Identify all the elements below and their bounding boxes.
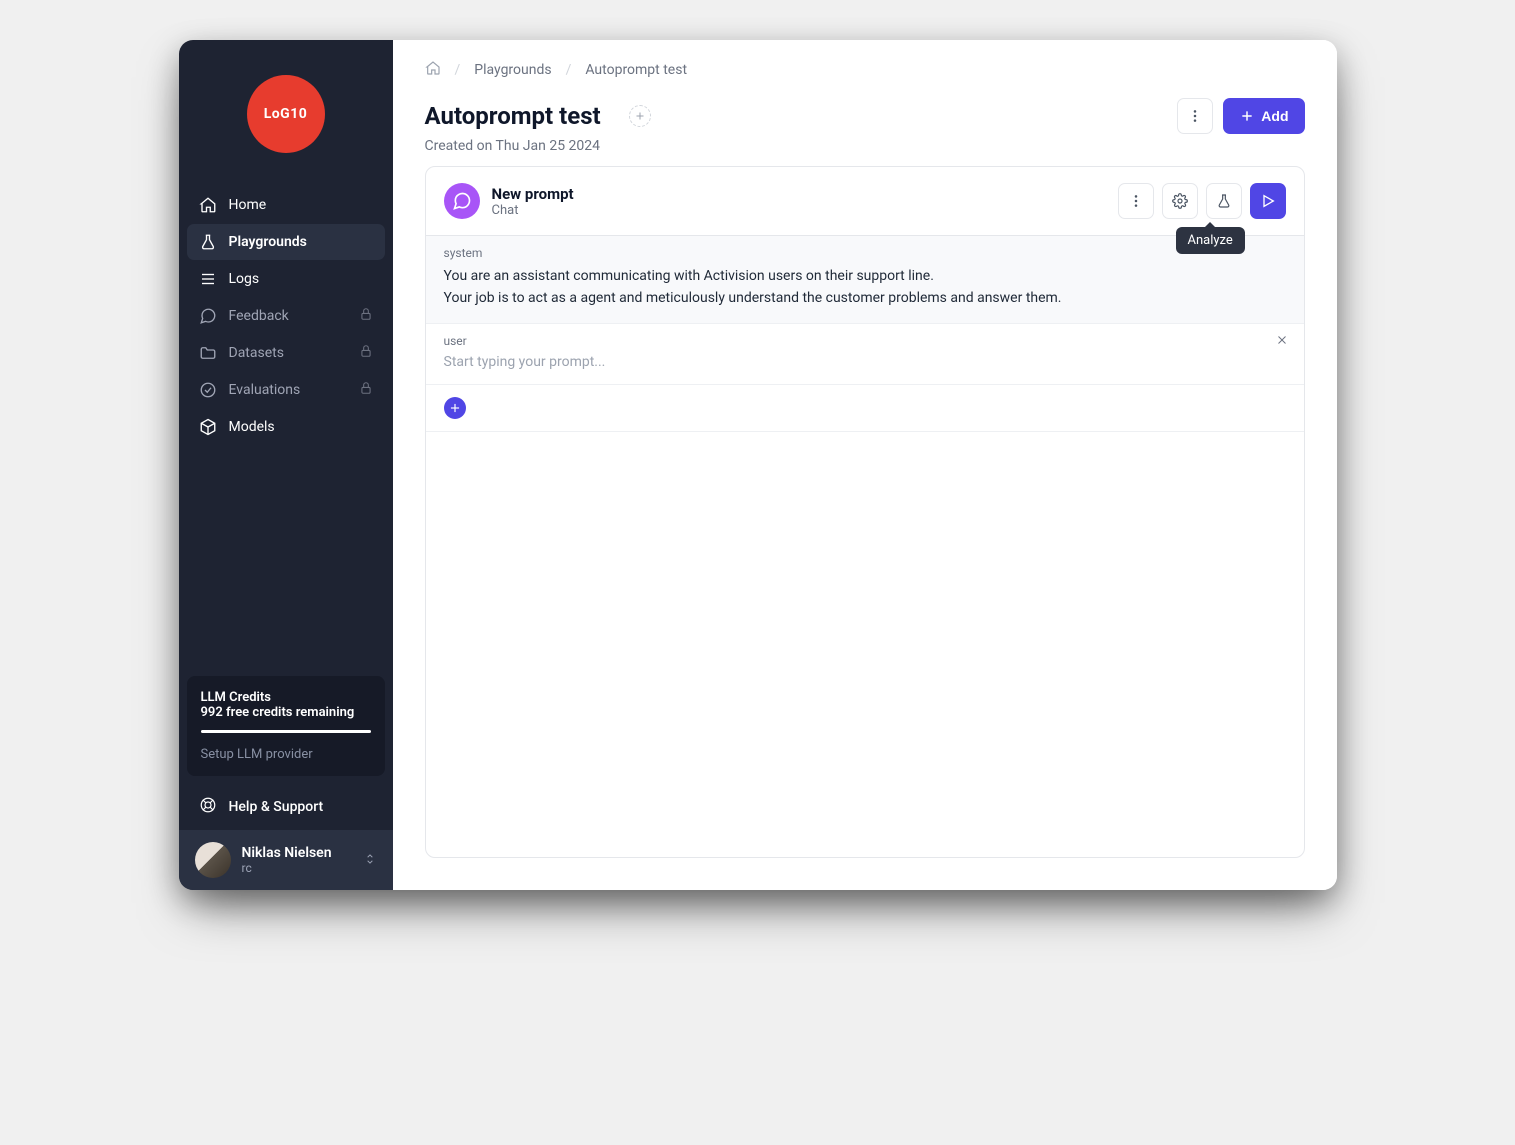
prompt-title: New prompt bbox=[492, 185, 574, 203]
breadcrumb-playgrounds[interactable]: Playgrounds bbox=[474, 62, 551, 78]
list-icon bbox=[199, 270, 217, 288]
setup-provider-link[interactable]: Setup LLM provider bbox=[201, 747, 371, 762]
analyze-button[interactable] bbox=[1206, 183, 1242, 219]
more-menu-button[interactable] bbox=[1177, 98, 1213, 134]
add-tab-button[interactable] bbox=[629, 105, 651, 127]
sidebar-item-label: Datasets bbox=[229, 345, 284, 361]
system-role-label: system bbox=[444, 246, 1286, 260]
sidebar-item-home[interactable]: Home bbox=[187, 187, 385, 223]
lock-icon bbox=[359, 307, 373, 325]
prompt-subtitle: Chat bbox=[492, 203, 574, 218]
help-support-link[interactable]: Help & Support bbox=[179, 784, 393, 830]
credits-box: LLM Credits 992 free credits remaining S… bbox=[187, 676, 385, 776]
flask-icon bbox=[1216, 193, 1232, 209]
chat-icon bbox=[199, 307, 217, 325]
add-button[interactable]: Add bbox=[1223, 98, 1304, 134]
sidebar-item-label: Evaluations bbox=[229, 382, 301, 398]
avatar bbox=[195, 842, 231, 878]
prompt-more-button[interactable] bbox=[1118, 183, 1154, 219]
nav: Home Playgrounds Logs Feedback bbox=[179, 183, 393, 668]
sidebar-item-label: Playgrounds bbox=[229, 234, 307, 250]
system-message-block[interactable]: system You are an assistant communicatin… bbox=[426, 236, 1304, 324]
breadcrumb-home[interactable] bbox=[425, 60, 441, 80]
sidebar-item-logs[interactable]: Logs bbox=[187, 261, 385, 297]
sidebar-item-playgrounds[interactable]: Playgrounds bbox=[187, 224, 385, 260]
sidebar-item-datasets[interactable]: Datasets bbox=[187, 335, 385, 371]
plus-icon bbox=[634, 110, 646, 122]
settings-button[interactable] bbox=[1162, 183, 1198, 219]
cube-icon bbox=[199, 418, 217, 436]
check-circle-icon bbox=[199, 381, 217, 399]
user-role-label: user bbox=[444, 334, 1286, 348]
sidebar-item-evaluations[interactable]: Evaluations bbox=[187, 372, 385, 408]
dots-vertical-icon bbox=[1128, 193, 1144, 209]
created-on-label: Created on Thu Jan 25 2024 bbox=[393, 138, 1337, 166]
sidebar-item-label: Feedback bbox=[229, 308, 289, 324]
user-name: Niklas Nielsen bbox=[242, 845, 332, 861]
breadcrumb-separator: / bbox=[566, 62, 572, 78]
prompt-card-header: New prompt Chat bbox=[426, 167, 1304, 236]
plus-icon bbox=[448, 401, 462, 415]
user-input-placeholder[interactable]: Start typing your prompt... bbox=[444, 354, 1286, 370]
app-window: LoG10 Home Playgrounds Logs bbox=[179, 40, 1337, 890]
remove-message-button[interactable] bbox=[1276, 334, 1288, 350]
analyze-tooltip: Analyze bbox=[1176, 227, 1245, 254]
lock-icon bbox=[359, 344, 373, 362]
system-message-text: You are an assistant communicating with … bbox=[444, 266, 1286, 309]
add-message-button[interactable] bbox=[444, 397, 466, 419]
sidebar: LoG10 Home Playgrounds Logs bbox=[179, 40, 393, 890]
home-icon bbox=[199, 196, 217, 214]
main-content: / Playgrounds / Autoprompt test Autoprom… bbox=[393, 40, 1337, 890]
breadcrumb: / Playgrounds / Autoprompt test bbox=[393, 40, 1337, 80]
page-title: Autoprompt test bbox=[425, 102, 601, 130]
run-button[interactable] bbox=[1250, 183, 1286, 219]
flask-icon bbox=[199, 233, 217, 251]
credits-title: LLM Credits bbox=[201, 690, 371, 705]
close-icon bbox=[1276, 334, 1288, 346]
sidebar-item-label: Logs bbox=[229, 271, 260, 287]
breadcrumb-current: Autoprompt test bbox=[585, 62, 687, 78]
logo: LoG10 bbox=[179, 40, 393, 183]
dots-vertical-icon bbox=[1187, 108, 1203, 124]
lock-icon bbox=[359, 381, 373, 399]
lifebuoy-icon bbox=[199, 796, 217, 818]
plus-icon bbox=[1239, 108, 1255, 124]
chat-bubble-icon bbox=[444, 183, 480, 219]
credits-progress-bar bbox=[201, 730, 371, 733]
sidebar-item-label: Home bbox=[229, 197, 267, 213]
gear-icon bbox=[1172, 193, 1188, 209]
sidebar-item-models[interactable]: Models bbox=[187, 409, 385, 445]
chevron-up-down-icon bbox=[363, 851, 377, 870]
play-icon bbox=[1260, 193, 1276, 209]
prompt-card: New prompt Chat bbox=[425, 166, 1305, 858]
user-org: rc bbox=[242, 861, 332, 875]
logo-circle: LoG10 bbox=[247, 75, 325, 153]
sidebar-item-label: Models bbox=[229, 419, 275, 435]
sidebar-item-feedback[interactable]: Feedback bbox=[187, 298, 385, 334]
breadcrumb-separator: / bbox=[455, 62, 461, 78]
home-icon bbox=[425, 60, 441, 76]
credits-remaining: 992 free credits remaining bbox=[201, 705, 371, 720]
user-switcher[interactable]: Niklas Nielsen rc bbox=[179, 830, 393, 890]
folder-icon bbox=[199, 344, 217, 362]
user-message-block[interactable]: user Start typing your prompt... bbox=[426, 324, 1304, 385]
help-label: Help & Support bbox=[229, 799, 324, 815]
add-button-label: Add bbox=[1261, 108, 1288, 124]
